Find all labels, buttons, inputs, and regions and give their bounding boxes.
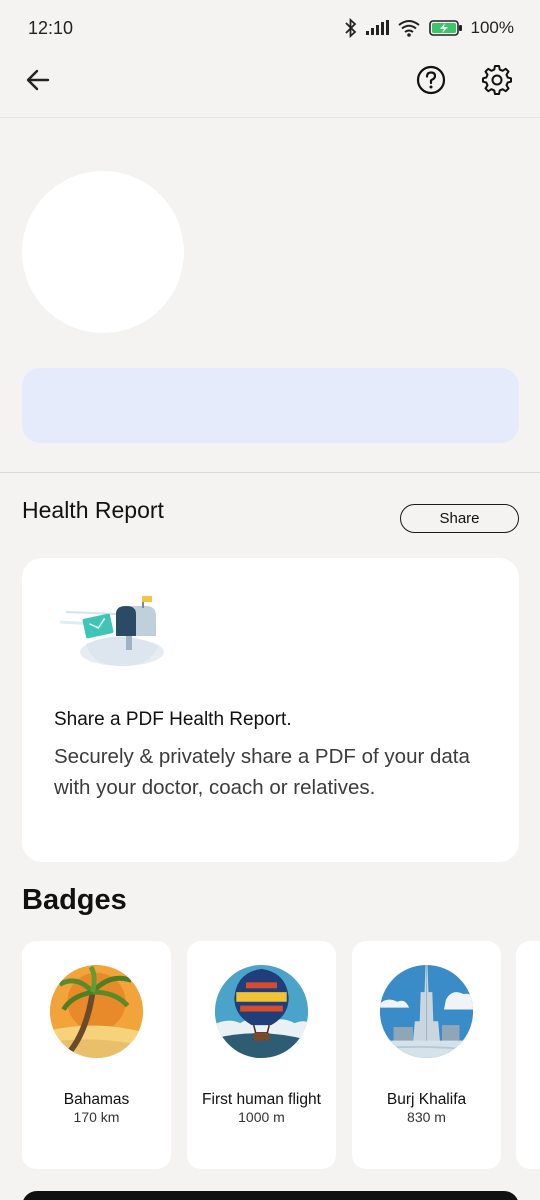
share-button[interactable]: Share	[400, 504, 519, 533]
badge-value: 170 km	[73, 1109, 120, 1125]
bluetooth-icon	[344, 18, 357, 38]
badge-value: 1000 m	[238, 1109, 285, 1125]
badge-value: 830 m	[407, 1109, 446, 1125]
health-report-title: Health Report	[22, 497, 164, 523]
palm-beach-badge-image	[49, 964, 144, 1059]
status-bar: 12:10 100%	[0, 0, 540, 56]
status-icons: 100%	[344, 18, 514, 38]
help-button[interactable]	[411, 60, 451, 100]
badge-name: Bahamas	[63, 1091, 130, 1108]
battery-percent: 100%	[470, 18, 514, 37]
tower-badge-image	[379, 964, 474, 1059]
mailbox-illustration	[59, 596, 164, 666]
gear-icon	[482, 65, 512, 95]
signal-icon	[365, 20, 389, 36]
back-button[interactable]	[18, 60, 58, 100]
hot-air-balloon-badge-image	[214, 964, 309, 1059]
battery-icon	[428, 19, 463, 37]
section-divider	[0, 472, 540, 473]
status-time: 12:10	[28, 17, 74, 38]
arrow-left-icon	[26, 69, 50, 91]
report-card-heading: Share a PDF Health Report.	[54, 709, 292, 730]
badge-card[interactable]: Bahamas 170 km	[22, 941, 171, 1169]
settings-button[interactable]	[477, 60, 517, 100]
bottom-action-bar[interactable]	[22, 1191, 519, 1200]
report-card-description: Securely & privately share a PDF of your…	[54, 745, 470, 799]
badge-name: First human flight	[202, 1091, 321, 1108]
avatar[interactable]	[22, 171, 184, 333]
question-circle-icon	[416, 65, 446, 95]
badge-card[interactable]: First human flight 1000 m	[187, 941, 336, 1169]
profile-banner[interactable]	[22, 368, 519, 443]
badge-card-partial[interactable]	[516, 941, 540, 1169]
health-report-card[interactable]: Share a PDF Health Report. Securely & pr…	[22, 558, 519, 862]
badges-title: Badges	[22, 884, 127, 916]
top-toolbar	[0, 56, 540, 118]
badge-card[interactable]: Burj Khalifa 830 m	[352, 941, 501, 1169]
wifi-icon	[397, 19, 421, 37]
badge-name: Burj Khalifa	[386, 1091, 467, 1108]
